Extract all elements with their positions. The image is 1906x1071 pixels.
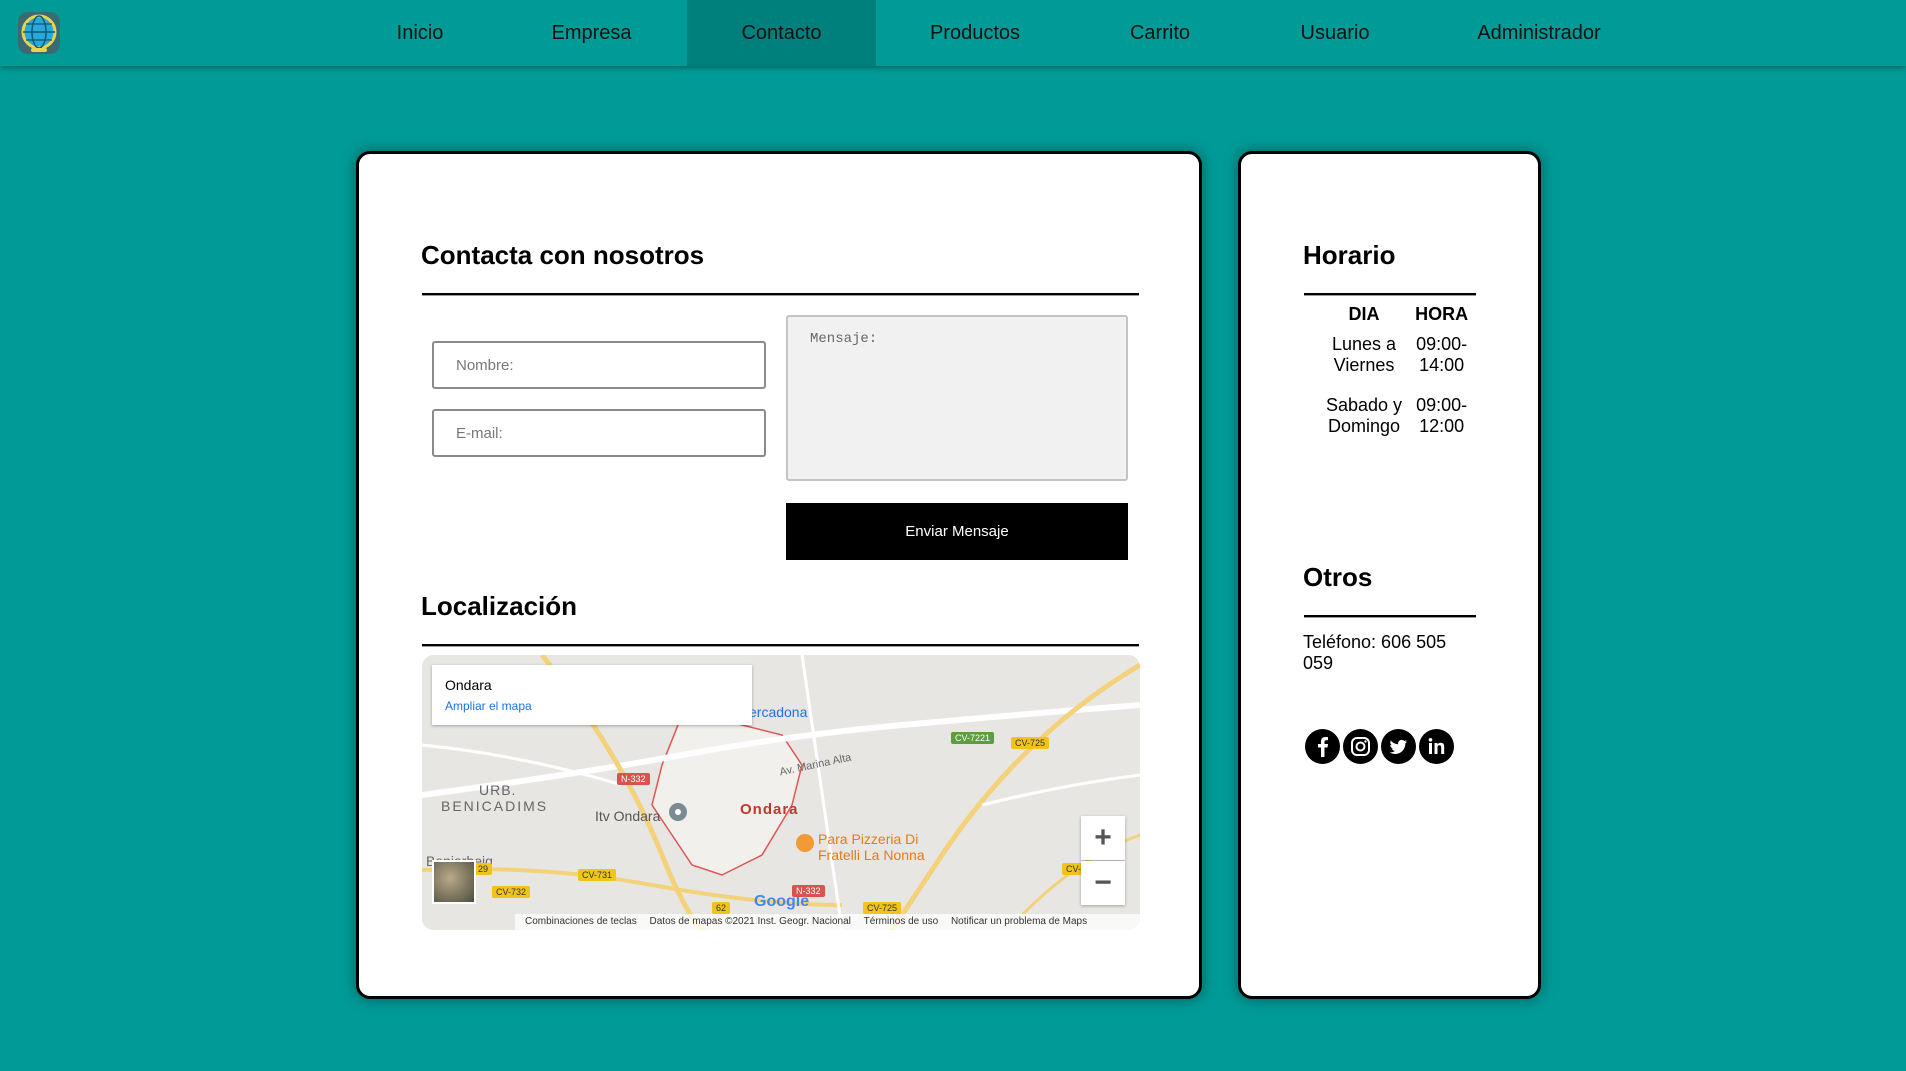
map-label-mercadona: ercadona bbox=[749, 704, 808, 720]
map-label-pizzeria-1: Para Pizzeria Di bbox=[818, 831, 919, 847]
zoom-in-button[interactable]: + bbox=[1081, 816, 1125, 860]
road-badge: N-332 bbox=[792, 885, 825, 897]
send-message-button[interactable]: Enviar Mensaje bbox=[786, 503, 1128, 560]
embedded-map[interactable]: URB. BENICADIMS Beniarbeig Itv Ondara er… bbox=[422, 655, 1140, 930]
info-card: Horario DIA HORA Lunes a Viernes 09:00- 14… bbox=[1238, 151, 1541, 999]
schedule-hour: 09:00- 14:00 bbox=[1416, 334, 1468, 375]
map-label-benicadims: BENICADIMS bbox=[441, 798, 549, 814]
road-badge: 62 bbox=[712, 902, 731, 914]
name-input[interactable] bbox=[432, 341, 766, 389]
instagram-icon[interactable] bbox=[1343, 729, 1378, 764]
map-label-urb: URB. bbox=[479, 782, 517, 798]
keyboard-shortcuts-link[interactable]: Combinaciones de teclas bbox=[525, 916, 637, 927]
schedule-hour: 09:00- 12:00 bbox=[1416, 395, 1468, 436]
navbar: Inicio Empresa Contacto Productos Carrit… bbox=[0, 0, 1906, 66]
nav-item-usuario[interactable]: Usuario bbox=[1290, 0, 1380, 66]
road-badge: CV-7221 bbox=[951, 732, 995, 744]
nav-item-inicio[interactable]: Inicio bbox=[378, 0, 462, 66]
contact-title: Contacta con nosotros bbox=[421, 240, 705, 270]
table-row: Lunes a Viernes 09:00- 14:00 bbox=[1325, 333, 1468, 394]
zoom-out-button[interactable]: − bbox=[1081, 861, 1125, 905]
schedule-day: Sabado y Domingo bbox=[1326, 395, 1403, 436]
map-label-town: Ondara bbox=[740, 801, 799, 818]
map-label-pizzeria-2: Fratelli La Nonna bbox=[818, 847, 925, 863]
nav-item-empresa[interactable]: Empresa bbox=[538, 0, 645, 66]
schedule-header-hour: HORA bbox=[1415, 304, 1469, 324]
schedule-title: Horario bbox=[1303, 240, 1396, 270]
road-badge: CV-725 bbox=[1011, 737, 1050, 749]
nav-item-productos[interactable]: Productos bbox=[920, 0, 1030, 66]
satellite-toggle[interactable] bbox=[432, 860, 476, 904]
facebook-icon[interactable] bbox=[1305, 729, 1340, 764]
linkedin-icon[interactable] bbox=[1419, 729, 1454, 764]
map-footer: Combinaciones de teclas Datos de mapas ©… bbox=[515, 914, 1140, 930]
table-row: Sabado y Domingo 09:00- 12:00 bbox=[1325, 394, 1468, 455]
phone-number: Teléfono: 606 505 059 bbox=[1303, 632, 1447, 673]
schedule-divider bbox=[1304, 293, 1476, 296]
globe-logo-icon[interactable] bbox=[16, 10, 62, 56]
road-badge: CV-732 bbox=[492, 886, 531, 898]
enlarge-map-link[interactable]: Ampliar el mapa bbox=[445, 699, 532, 713]
contact-divider bbox=[422, 293, 1139, 296]
map-place-name: Ondara bbox=[445, 677, 492, 693]
nav-item-contacto[interactable]: Contacto bbox=[687, 0, 876, 66]
map-place-card: Ondara Ampliar el mapa bbox=[432, 665, 752, 725]
nav-item-administrador[interactable]: Administrador bbox=[1462, 0, 1616, 66]
road-badge: N-332 bbox=[617, 773, 650, 785]
others-divider bbox=[1304, 615, 1476, 618]
location-title: Localización bbox=[421, 591, 578, 621]
schedule-header-day: DIA bbox=[1348, 304, 1380, 324]
road-badge: CV-725 bbox=[863, 902, 902, 914]
road-badge: 29 bbox=[474, 863, 493, 875]
message-textarea[interactable] bbox=[786, 315, 1128, 481]
twitter-icon[interactable] bbox=[1381, 729, 1416, 764]
schedule-day: Lunes a Viernes bbox=[1332, 334, 1397, 375]
others-title: Otros bbox=[1303, 562, 1373, 592]
map-data-attribution: Datos de mapas ©2021 Inst. Geogr. Nacion… bbox=[649, 916, 851, 927]
email-input[interactable] bbox=[432, 409, 766, 457]
report-problem-link[interactable]: Notificar un problema de Maps bbox=[951, 916, 1087, 927]
location-divider bbox=[422, 644, 1139, 647]
terms-link[interactable]: Términos de uso bbox=[864, 916, 938, 927]
map-label-itv: Itv Ondara bbox=[595, 808, 661, 824]
contact-card: Contacta con nosotros Enviar Mensaje Loc… bbox=[356, 151, 1202, 999]
road-badge: CV-731 bbox=[578, 869, 617, 881]
schedule-table: DIA HORA Lunes a Viernes 09:00- 14:00 Saba… bbox=[1313, 304, 1480, 455]
nav-item-carrito[interactable]: Carrito bbox=[1116, 0, 1204, 66]
